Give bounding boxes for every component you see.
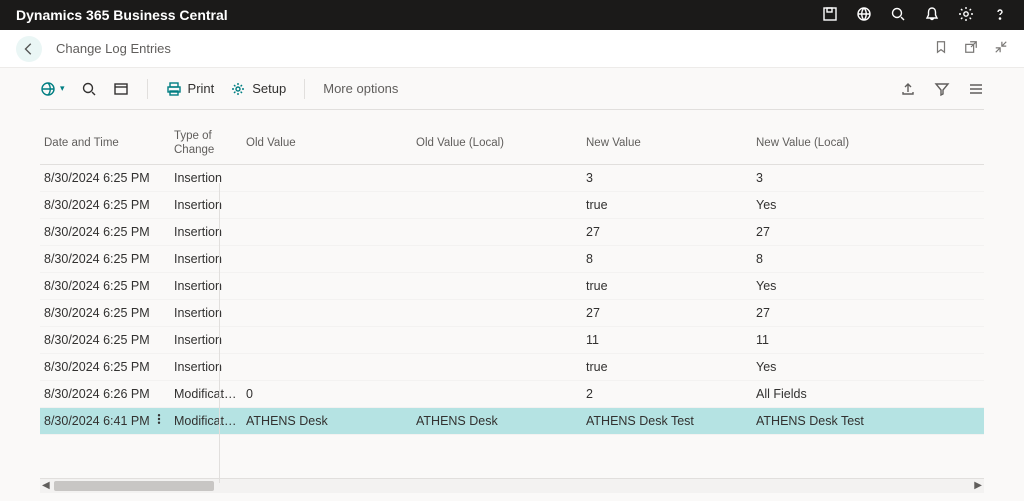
cell-type: Insertion [170,306,242,320]
col-type-of-change[interactable]: Type of Change [170,130,242,158]
cell-date-time: 8/30/2024 6:41 PM [40,413,170,428]
app-brand: Dynamics 365 Business Central [16,7,228,23]
share-icon[interactable] [900,81,916,97]
cell-type: Insertion [170,360,242,374]
new-window-icon[interactable] [113,81,129,97]
table-row[interactable]: 8/30/2024 6:25 PMInsertion 1111 [40,327,984,354]
cell-old-value: ATHENS Desk [242,414,412,428]
save-icon[interactable] [822,6,838,25]
cell-old-value: 0 [242,387,412,401]
cell-new-value: true [582,360,752,374]
table-row[interactable]: 8/30/2024 6:25 PMInsertion 33 [40,165,984,192]
cell-new-value: true [582,198,752,212]
cell-type: Insertion [170,333,242,347]
col-new-value-local[interactable]: New Value (Local) [752,137,922,151]
list-layout-icon[interactable] [968,81,984,97]
table-row[interactable]: 8/30/2024 6:25 PMInsertion trueYes [40,354,984,381]
collapse-icon[interactable] [994,40,1008,57]
cell-new-value: 11 [582,333,752,347]
table-row[interactable]: 8/30/2024 6:25 PMInsertion 2727 [40,219,984,246]
cell-date-time: 8/30/2024 6:25 PM [40,225,170,239]
notifications-icon[interactable] [924,6,940,25]
table-row[interactable]: 8/30/2024 6:25 PMInsertion trueYes [40,192,984,219]
cell-date-time: 8/30/2024 6:25 PM [40,198,170,212]
cell-date-time: 8/30/2024 6:25 PM [40,360,170,374]
environment-icon[interactable] [856,6,872,25]
search-icon[interactable] [890,6,906,25]
cell-date-time: 8/30/2024 6:25 PM [40,306,170,320]
cell-new-value-local: 27 [752,225,922,239]
change-log-table: Date and Time Type of Change Old Value O… [40,110,984,479]
cell-new-value-local: 8 [752,252,922,266]
search-list-icon[interactable] [81,81,97,97]
cell-date-time: 8/30/2024 6:25 PM [40,252,170,266]
cell-new-value-local: 3 [752,171,922,185]
more-options-button[interactable]: More options [323,81,398,96]
filter-icon[interactable] [934,81,950,97]
cell-new-value: 27 [582,225,752,239]
row-menu-icon[interactable] [153,413,165,425]
col-date-time[interactable]: Date and Time [40,137,170,151]
cell-type: Insertion [170,225,242,239]
cell-new-value-local: Yes [752,279,922,293]
print-button[interactable]: Print [166,81,215,97]
cell-new-value-local: 27 [752,306,922,320]
table-row[interactable]: 8/30/2024 6:41 PM ModificationATHENS Des… [40,408,984,435]
cell-new-value-local: 11 [752,333,922,347]
settings-icon[interactable] [958,6,974,25]
cell-date-time: 8/30/2024 6:25 PM [40,279,170,293]
cell-new-value-local: All Fields [752,387,922,401]
col-new-value[interactable]: New Value [582,137,752,151]
command-bar: ▾ Print Setup [40,68,984,110]
cell-new-value: 8 [582,252,752,266]
cell-type: Insertion [170,279,242,293]
table-row[interactable]: 8/30/2024 6:25 PMInsertion 88 [40,246,984,273]
horizontal-scrollbar[interactable]: ◀ ▶ [40,479,984,493]
table-row[interactable]: 8/30/2024 6:25 PMInsertion trueYes [40,273,984,300]
cell-new-value: 27 [582,306,752,320]
table-row[interactable]: 8/30/2024 6:25 PMInsertion 2727 [40,300,984,327]
table-row[interactable]: 8/30/2024 6:26 PMModification0 2All Field… [40,381,984,408]
col-old-value-local[interactable]: Old Value (Local) [412,137,582,151]
back-button[interactable] [16,36,42,62]
cell-date-time: 8/30/2024 6:26 PM [40,387,170,401]
cell-date-time: 8/30/2024 6:25 PM [40,171,170,185]
cell-new-value: true [582,279,752,293]
cell-type: Modification [170,414,242,428]
views-button[interactable]: ▾ [40,81,65,97]
bookmark-icon[interactable] [934,40,948,57]
cell-old-value-local: ATHENS Desk [412,414,582,428]
popout-icon[interactable] [964,40,978,57]
cell-new-value-local: Yes [752,360,922,374]
cell-new-value-local: ATHENS Desk Test [752,414,922,428]
help-icon[interactable] [992,6,1008,25]
app-topbar: Dynamics 365 Business Central [0,0,1024,30]
cell-new-value: 3 [582,171,752,185]
cell-new-value: 2 [582,387,752,401]
cell-type: Insertion [170,198,242,212]
cell-type: Modification [170,387,242,401]
cell-new-value-local: Yes [752,198,922,212]
col-old-value[interactable]: Old Value [242,137,412,151]
cell-type: Insertion [170,171,242,185]
cell-new-value: ATHENS Desk Test [582,414,752,428]
setup-button[interactable]: Setup [230,81,286,97]
cell-date-time: 8/30/2024 6:25 PM [40,333,170,347]
page-header: Change Log Entries [0,30,1024,68]
page-title: Change Log Entries [56,41,171,56]
cell-type: Insertion [170,252,242,266]
